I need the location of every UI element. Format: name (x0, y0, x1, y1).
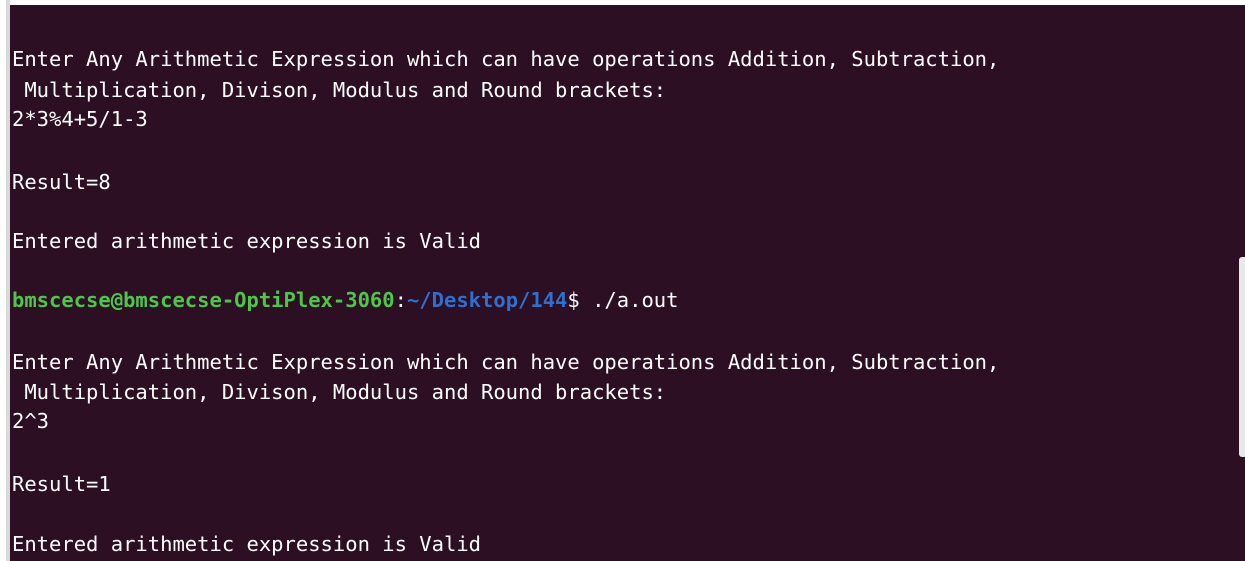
prompt-separator: : (394, 288, 407, 312)
shell-prompt-line: bmscecse@bmscecse-OptiPlex-3060:~/Deskto… (12, 288, 679, 313)
prompt-user-host: bmscecse@bmscecse-OptiPlex-3060 (12, 288, 395, 312)
output-line: 2^3 (12, 409, 50, 433)
output-line: Enter Any Arithmetic Expression which ca… (12, 350, 1000, 374)
terminal-view[interactable]: Enter Any Arithmetic Expression which ca… (10, 5, 1245, 561)
output-line: Entered arithmetic expression is Valid (12, 229, 481, 253)
output-line: Multiplication, Divison, Modulus and Rou… (12, 78, 667, 102)
output-line: Entered arithmetic expression is Valid (12, 532, 481, 556)
scrollbar-thumb[interactable] (1239, 257, 1245, 457)
output-line: Multiplication, Divison, Modulus and Rou… (12, 380, 667, 404)
output-line: Result=1 (12, 472, 111, 496)
prompt-dollar: $ (567, 288, 580, 312)
prompt-path: ~/Desktop/144 (406, 288, 568, 312)
output-line: 2*3%4+5/1-3 (12, 107, 148, 131)
output-line: Enter Any Arithmetic Expression which ca… (12, 47, 1000, 71)
output-line: Result=8 (12, 170, 111, 194)
command-text: ./a.out (579, 288, 679, 312)
